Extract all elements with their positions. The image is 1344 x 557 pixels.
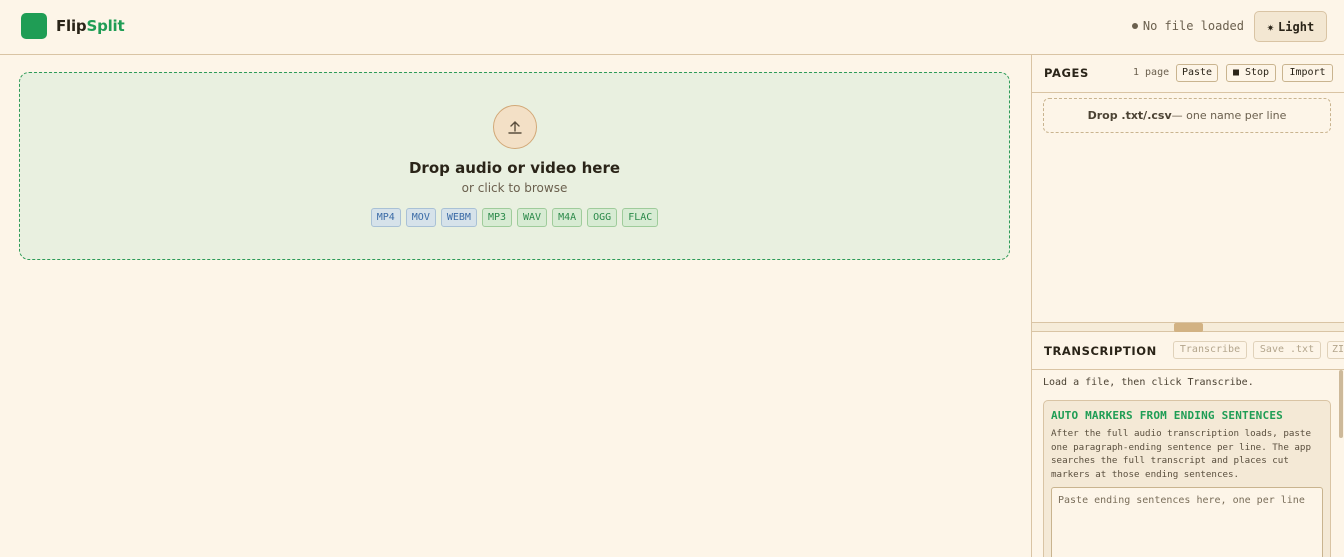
format-badge: MP4 [370,208,401,227]
scrollbar-thumb[interactable] [1339,370,1343,438]
auto-markers-panel: AUTO MARKERS FROM ENDING SENTENCES After… [1043,400,1331,557]
transcription-header: TRANSCRIPTION Transcribe Save .txt ZIP [1032,332,1344,370]
media-drop-zone[interactable]: Drop audio or video here or click to bro… [19,72,1010,260]
paste-button[interactable]: Paste [1176,64,1218,82]
stop-button[interactable]: ■ Stop [1226,64,1276,82]
drop-subtitle: or click to browse [461,181,568,195]
format-badge: WAV [517,208,548,227]
side-panel: PAGES 1 page Paste ■ Stop Import Drop .t… [1031,55,1344,557]
import-button[interactable]: Import [1282,64,1333,82]
page-count: 1 page [1133,67,1170,78]
pages-drop-zone[interactable]: Drop .txt/.csv — one name per line [1043,98,1331,133]
transcription-title: TRANSCRIPTION [1044,344,1157,358]
format-badge: MP3 [481,208,512,227]
logo-flip: Flip [56,17,87,35]
logo-split: Split [86,17,125,35]
upload-icon [493,105,537,149]
status-dot-icon [1131,23,1138,29]
pages-title: PAGES [1044,66,1089,80]
file-status: No file loaded [1131,19,1244,33]
pages-drop-rest: — one name per line [1171,109,1287,122]
theme-label: Light [1278,19,1315,34]
transcription-hint: Load a file, then click Transcribe. [1043,377,1254,388]
format-badge: MOV [405,208,436,227]
app-title: FlipSplit [56,17,125,35]
app-header: FlipSplit No file loaded ✷ Light [0,0,1344,55]
save-txt-button[interactable]: Save .txt [1253,341,1321,359]
transcribe-button[interactable]: Transcribe [1173,341,1247,359]
auto-markers-title: AUTO MARKERS FROM ENDING SENTENCES [1051,409,1283,422]
format-badge: WEBM [440,208,477,227]
drag-handle-icon[interactable] [1174,323,1203,332]
format-badge: FLAC [622,208,659,227]
ending-sentences-input[interactable] [1051,487,1323,557]
format-badge: M4A [552,208,583,227]
pages-header: PAGES 1 page Paste ■ Stop Import [1032,55,1344,93]
sun-icon: ✷ [1266,19,1275,34]
pages-drop-bold: Drop .txt/.csv [1087,109,1172,122]
panel-splitter[interactable] [1032,322,1344,332]
zip-button[interactable]: ZIP [1327,341,1344,359]
drop-title: Drop audio or video here [408,159,621,177]
auto-markers-description: After the full audio transcription loads… [1051,428,1311,480]
theme-toggle-button[interactable]: ✷ Light [1254,11,1327,42]
file-status-text: No file loaded [1142,19,1244,33]
logo-icon [21,13,47,39]
format-badges: MP4 MOV WEBM MP3 WAV M4A OGG FLAC [20,208,1009,227]
format-badge: OGG [587,208,618,227]
